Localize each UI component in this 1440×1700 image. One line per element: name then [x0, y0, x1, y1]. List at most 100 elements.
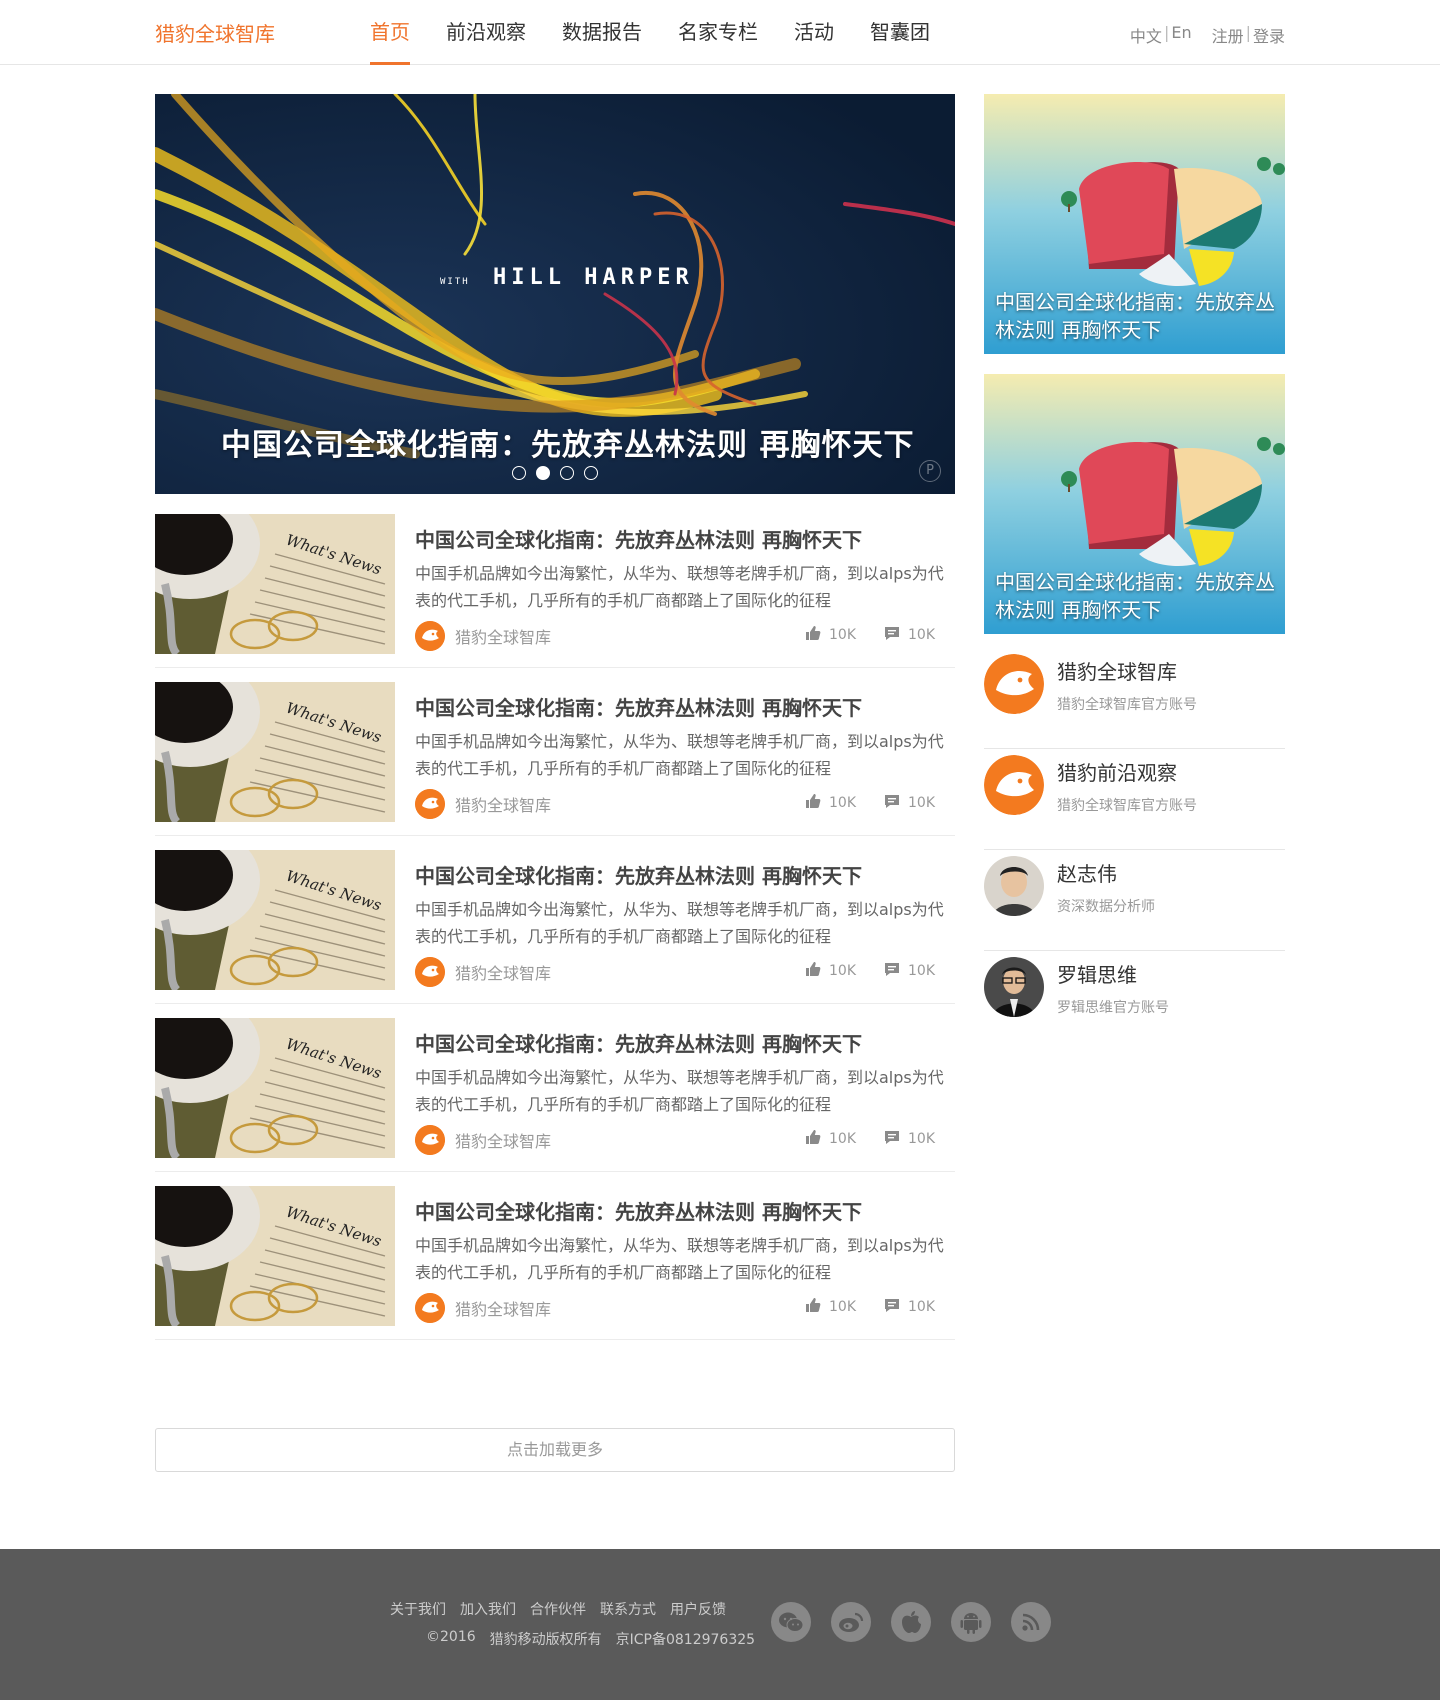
- login-link[interactable]: 登录: [1253, 23, 1285, 47]
- article-title[interactable]: 中国公司全球化指南：先放弃丛林法则 再胸怀天下: [415, 1028, 862, 1057]
- site-footer: 关于我们 加入我们 合作伙伴 联系方式 用户反馈 ©2016 猎豹移动版权所有 …: [0, 1549, 1440, 1700]
- weibo-icon[interactable]: [831, 1602, 871, 1642]
- comment-stat[interactable]: 10K: [884, 1129, 935, 1149]
- article-thumbnail[interactable]: What's News: [155, 514, 395, 654]
- comment-stat[interactable]: 10K: [884, 793, 935, 813]
- site-logo[interactable]: 猎豹全球智库: [155, 18, 275, 47]
- author-name[interactable]: 猎豹前沿观察: [1057, 757, 1177, 786]
- article-source[interactable]: 猎豹全球智库: [415, 789, 551, 819]
- author-name[interactable]: 猎豹全球智库: [1057, 656, 1177, 685]
- article-source[interactable]: 猎豹全球智库: [415, 1125, 551, 1155]
- thumbs-up-icon: [805, 625, 821, 645]
- author-item[interactable]: 猎豹前沿观察 猎豹全球智库官方账号: [984, 749, 1285, 850]
- comment-stat[interactable]: 10K: [884, 625, 935, 645]
- article-stats: 10K 10K: [805, 961, 935, 981]
- author-item[interactable]: 猎豹全球智库 猎豹全球智库官方账号: [984, 648, 1285, 749]
- article-summary: 中国手机品牌如今出海繁忙，从华为、联想等老牌手机厂商，到以alps为代表的代工手…: [415, 900, 944, 946]
- article-item[interactable]: What's News 中国公司全球化指南：先放弃丛林法则 再胸怀天下 中国手机…: [155, 1018, 955, 1172]
- source-avatar: [415, 957, 445, 987]
- source-avatar: [415, 1293, 445, 1323]
- footer-link-join[interactable]: 加入我们: [460, 1599, 516, 1619]
- language-switch: 中文 | En: [1130, 23, 1192, 47]
- comment-icon: [884, 961, 900, 981]
- author-item[interactable]: 赵志伟 资深数据分析师: [984, 850, 1285, 951]
- article-source[interactable]: 猎豹全球智库: [415, 957, 551, 987]
- apple-icon[interactable]: [891, 1602, 931, 1642]
- like-stat[interactable]: 10K: [805, 625, 856, 645]
- source-name: 猎豹全球智库: [455, 1132, 552, 1151]
- article-thumbnail[interactable]: What's News: [155, 850, 395, 990]
- article-item[interactable]: What's News 中国公司全球化指南：先放弃丛林法则 再胸怀天下 中国手机…: [155, 682, 955, 836]
- nav-data-report[interactable]: 数据报告: [562, 0, 642, 65]
- featured-card[interactable]: 中国公司全球化指南：先放弃丛林法则 再胸怀天下: [984, 374, 1285, 634]
- article-source[interactable]: 猎豹全球智库: [415, 621, 551, 651]
- lang-en-link[interactable]: En: [1171, 23, 1191, 47]
- carousel-dot-active[interactable]: [536, 466, 550, 480]
- register-link[interactable]: 注册: [1212, 23, 1244, 47]
- nav-events[interactable]: 活动: [794, 0, 834, 65]
- wechat-icon[interactable]: [771, 1602, 811, 1642]
- article-title[interactable]: 中国公司全球化指南：先放弃丛林法则 再胸怀天下: [415, 860, 862, 889]
- source-avatar: [415, 1125, 445, 1155]
- article-source[interactable]: 猎豹全球智库: [415, 1293, 551, 1323]
- like-stat[interactable]: 10K: [805, 1297, 856, 1317]
- author-item[interactable]: 罗辑思维 罗辑思维官方账号: [984, 951, 1285, 1052]
- comment-stat[interactable]: 10K: [884, 961, 935, 981]
- article-summary: 中国手机品牌如今出海繁忙，从华为、联想等老牌手机厂商，到以alps为代表的代工手…: [415, 732, 944, 778]
- hero-carousel[interactable]: WITH HILL HARPER 中国公司全球化指南：先放弃丛林法则 再胸怀天下…: [155, 94, 955, 494]
- like-count: 10K: [829, 627, 856, 643]
- article-item[interactable]: What's News 中国公司全球化指南：先放弃丛林法则 再胸怀天下 中国手机…: [155, 514, 955, 668]
- author-description: 资深数据分析师: [1057, 899, 1155, 915]
- carousel-dot[interactable]: [584, 466, 598, 480]
- load-more-button[interactable]: 点击加载更多: [155, 1428, 955, 1472]
- article-title[interactable]: 中国公司全球化指南：先放弃丛林法则 再胸怀天下: [415, 1196, 862, 1225]
- thumbs-up-icon: [805, 793, 821, 813]
- copyright: ©2016 猎豹移动版权所有 京ICP备0812976325: [426, 1629, 755, 1649]
- nav-think-tank[interactable]: 智囊团: [870, 0, 930, 65]
- comment-icon: [884, 1297, 900, 1317]
- author-name[interactable]: 罗辑思维: [1057, 959, 1137, 988]
- main-nav: 首页 前沿观察 数据报告 名家专栏 活动 智囊团: [370, 0, 966, 65]
- android-icon[interactable]: [951, 1602, 991, 1642]
- featured-card-caption[interactable]: 中国公司全球化指南：先放弃丛林法则 再胸怀天下: [995, 288, 1280, 344]
- footer-link-contact[interactable]: 联系方式: [600, 1599, 656, 1619]
- like-stat[interactable]: 10K: [805, 1129, 856, 1149]
- article-item[interactable]: What's News 中国公司全球化指南：先放弃丛林法则 再胸怀天下 中国手机…: [155, 850, 955, 1004]
- comment-icon: [884, 793, 900, 813]
- nav-home[interactable]: 首页: [370, 0, 410, 65]
- like-stat[interactable]: 10K: [805, 961, 856, 981]
- like-stat[interactable]: 10K: [805, 793, 856, 813]
- article-thumbnail[interactable]: What's News: [155, 1018, 395, 1158]
- article-item[interactable]: What's News 中国公司全球化指南：先放弃丛林法则 再胸怀天下 中国手机…: [155, 1186, 955, 1340]
- article-title[interactable]: 中国公司全球化指南：先放弃丛林法则 再胸怀天下: [415, 692, 862, 721]
- author-name[interactable]: 赵志伟: [1057, 858, 1117, 887]
- author-avatar[interactable]: [984, 957, 1044, 1017]
- social-links: [771, 1602, 1051, 1642]
- author-avatar[interactable]: [984, 654, 1044, 714]
- nav-columns[interactable]: 名家专栏: [678, 0, 758, 65]
- thumbs-up-icon: [805, 961, 821, 981]
- rss-icon[interactable]: [1011, 1602, 1051, 1642]
- footer-link-feedback[interactable]: 用户反馈: [670, 1599, 726, 1619]
- featured-card-caption[interactable]: 中国公司全球化指南：先放弃丛林法则 再胸怀天下: [995, 568, 1280, 624]
- carousel-dot[interactable]: [512, 466, 526, 480]
- author-avatar[interactable]: [984, 856, 1044, 916]
- copyright-company: 猎豹移动版权所有: [489, 1632, 602, 1648]
- like-count: 10K: [829, 1131, 856, 1147]
- comment-stat[interactable]: 10K: [884, 1297, 935, 1317]
- carousel-dot[interactable]: [560, 466, 574, 480]
- nav-frontier[interactable]: 前沿观察: [446, 0, 526, 65]
- hero-title[interactable]: 中国公司全球化指南：先放弃丛林法则 再胸怀天下: [221, 420, 914, 464]
- article-thumbnail[interactable]: What's News: [155, 1186, 395, 1326]
- thumbs-up-icon: [805, 1129, 821, 1149]
- footer-link-about[interactable]: 关于我们: [390, 1599, 446, 1619]
- site-header: 猎豹全球智库 首页 前沿观察 数据报告 名家专栏 活动 智囊团 中文 | En …: [0, 0, 1440, 65]
- source-name: 猎豹全球智库: [455, 796, 552, 815]
- featured-card[interactable]: 中国公司全球化指南：先放弃丛林法则 再胸怀天下: [984, 94, 1285, 354]
- author-avatar[interactable]: [984, 755, 1044, 815]
- article-thumbnail[interactable]: What's News: [155, 682, 395, 822]
- article-summary: 中国手机品牌如今出海繁忙，从华为、联想等老牌手机厂商，到以alps为代表的代工手…: [415, 564, 944, 610]
- footer-link-partners[interactable]: 合作伙伴: [530, 1599, 586, 1619]
- article-title[interactable]: 中国公司全球化指南：先放弃丛林法则 再胸怀天下: [415, 524, 862, 553]
- lang-zh-link[interactable]: 中文: [1130, 23, 1162, 47]
